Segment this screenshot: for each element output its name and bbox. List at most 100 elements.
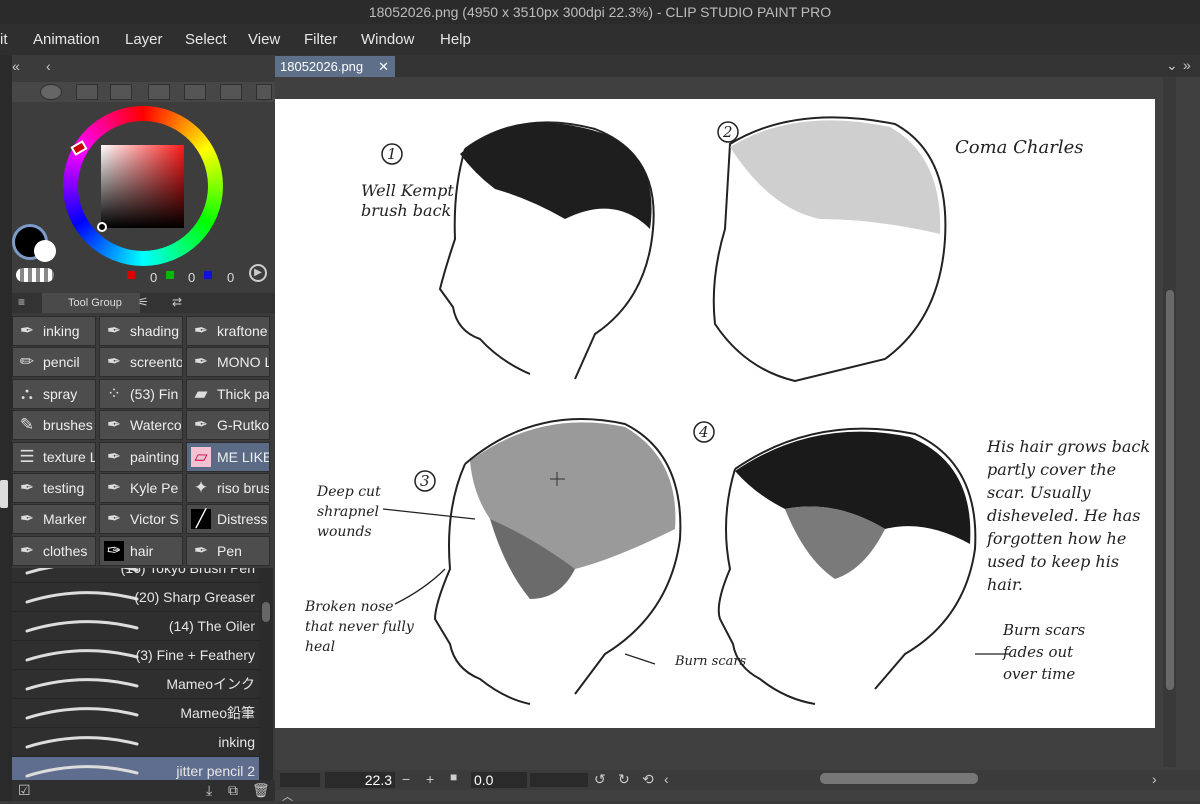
sub-tool-label: Kyle Pe	[130, 480, 179, 496]
intermediate-color-tab-icon[interactable]	[148, 84, 170, 100]
pen-icon: ✒	[19, 321, 35, 340]
sub-tool-detail-tab-icon[interactable]: ⇄	[172, 295, 182, 309]
color-history-tab-icon[interactable]	[220, 84, 242, 100]
scroll-left-icon[interactable]: ‹	[664, 771, 669, 787]
pen-icon: ✒	[106, 415, 122, 435]
brush-label: inking	[218, 734, 255, 750]
sub-tool-texture-l[interactable]: ☰ texture L	[12, 441, 96, 472]
sub-tool-label: pencil	[43, 354, 80, 371]
pen-icon: ✒	[19, 540, 35, 560]
reset-rotation-icon[interactable]: ⟲	[642, 771, 654, 788]
sub-tool-spray[interactable]: ⛬ spray	[12, 378, 96, 409]
brush-item[interactable]: Mameo鉛筆	[12, 699, 259, 728]
pencil-icon: ✏	[19, 352, 35, 372]
brush-list-scrollbar[interactable]	[259, 568, 273, 780]
sub-tool-riso-brus[interactable]: ✦ riso brus	[186, 473, 270, 503]
color-slider-tab-icon[interactable]	[76, 84, 98, 100]
color-wheel-tab-icon[interactable]	[40, 84, 62, 100]
rotate-right-icon[interactable]: ↻	[618, 771, 630, 788]
sub-tool-waterco[interactable]: ✒ Waterco	[99, 410, 183, 441]
sub-tool-brushes[interactable]: ✎ brushes	[12, 410, 96, 441]
sub-tool-label: (53) Fin	[130, 385, 179, 402]
menu-select[interactable]: Select	[185, 31, 227, 48]
chevron-up-icon[interactable]: ︿	[282, 788, 293, 804]
rotate-left-icon[interactable]: ↺	[594, 771, 606, 788]
brush-stroke-preview-icon	[25, 736, 139, 749]
menu-edit[interactable]: it	[0, 31, 8, 48]
trash-icon[interactable]: 🗑	[252, 782, 270, 799]
close-tab-icon[interactable]: ✕	[378, 56, 389, 77]
brush-item[interactable]: (16) Tokyo Brush Pen	[12, 568, 259, 583]
sub-tool-painting[interactable]: ✒ painting	[99, 441, 183, 472]
duplicate-icon[interactable]: ⧉	[228, 782, 238, 799]
brush-item[interactable]: Mameoインク	[12, 670, 259, 699]
collapse-right-icon[interactable]: »	[1183, 57, 1191, 73]
chevron-down-icon[interactable]: ⌄	[1166, 57, 1178, 74]
document-tab[interactable]: 18052026.png ✕	[275, 56, 395, 77]
sub-tool-hair[interactable]: ✑ hair	[99, 535, 183, 566]
horizontal-scroll-thumb[interactable]	[820, 773, 978, 784]
brush-item[interactable]: (3) Fine + Feathery	[12, 641, 259, 670]
sub-tool-distress[interactable]: ╱ Distress	[186, 504, 270, 535]
left-dock-strip	[0, 55, 12, 801]
panel-menu-icon[interactable]: ≡	[18, 295, 25, 309]
play-circle-icon[interactable]: ▶	[249, 264, 267, 282]
sub-tool-pencil[interactable]: ✏ pencil	[12, 347, 96, 378]
color-picker-marker[interactable]	[97, 222, 107, 232]
sub-tool-thick-pa[interactable]: ▰ Thick pa	[186, 378, 270, 409]
collapse-left-icon[interactable]: «	[12, 58, 20, 74]
sub-color-swatch[interactable]	[34, 240, 56, 262]
sub-tool-kyle-pe[interactable]: ✒ Kyle Pe	[99, 473, 183, 503]
panel-dropdown-icon[interactable]	[256, 84, 272, 100]
menu-window[interactable]: Window	[361, 31, 414, 48]
saturation-value-square[interactable]	[101, 145, 184, 228]
sub-tool-label: brushes	[43, 417, 93, 434]
zoom-value[interactable]: 22.3	[325, 772, 395, 788]
menu-layer[interactable]: Layer	[125, 31, 163, 48]
brush-item[interactable]: (20) Sharp Greaser	[12, 583, 259, 612]
menu-view[interactable]: View	[248, 31, 280, 48]
fit-icon[interactable]: ■	[450, 770, 457, 784]
menu-help[interactable]: Help	[440, 31, 471, 48]
sub-tool-label: Victor S	[130, 511, 179, 528]
dock-handle[interactable]	[0, 480, 8, 508]
slash-icon: ╱	[191, 509, 211, 530]
download-icon[interactable]: ⤓	[206, 782, 212, 799]
brush-item[interactable]: inking	[12, 728, 259, 757]
sub-tool-inking[interactable]: ✒ inking	[12, 316, 96, 346]
zoom-out-icon[interactable]: −	[402, 771, 410, 787]
approximate-color-tab-icon[interactable]	[184, 84, 206, 100]
sub-tool-pen[interactable]: ✒ Pen	[186, 535, 270, 566]
sub-tool-g-rutko[interactable]: ✒ G-Rutko	[186, 410, 270, 441]
zoom-in-icon[interactable]: +	[426, 771, 434, 787]
sub-tool-53-fin[interactable]: ⁘ (53) Fin	[99, 378, 183, 409]
sub-tool-mono-l[interactable]: ✒ MONO L	[186, 347, 270, 378]
sub-tool-me-like[interactable]: ▱ ME LIKE	[186, 441, 270, 472]
pen-icon: ✒	[106, 478, 122, 497]
sub-tool-screento[interactable]: ✒ screento	[99, 347, 183, 378]
color-set-tab-icon[interactable]	[110, 84, 132, 100]
tab-tool-group[interactable]: Tool Group	[42, 293, 140, 313]
drawing-canvas[interactable]: 1 Well Kempt brush back 2 Coma Charles 3…	[275, 99, 1155, 728]
sub-tool-victor-s[interactable]: ✒ Victor S	[99, 504, 183, 535]
brush-list-scroll-thumb[interactable]	[262, 602, 270, 622]
checkbox-icon[interactable]: ☑	[18, 782, 31, 799]
rotation-slider[interactable]	[530, 773, 588, 787]
scroll-right-icon[interactable]: ›	[1152, 771, 1157, 787]
sub-tool-marker[interactable]: ✒ Marker	[12, 504, 96, 535]
tool-property-tab-icon[interactable]: ⚟	[138, 295, 149, 309]
chevron-left-icon[interactable]: ‹	[46, 58, 51, 74]
zoom-slider[interactable]	[280, 773, 320, 787]
sub-tool-shading[interactable]: ✒ shading	[99, 316, 183, 346]
sub-tool-testing[interactable]: ✒ testing	[12, 473, 96, 503]
sub-tool-clothes[interactable]: ✒ clothes	[12, 535, 96, 566]
brush-item[interactable]: (14) The Oiler	[12, 612, 259, 641]
menu-animation[interactable]: Animation	[33, 31, 100, 48]
brush-item[interactable]: jitter pencil 2	[12, 757, 259, 780]
menu-filter[interactable]: Filter	[304, 31, 337, 48]
pen-icon: ✒	[106, 321, 122, 340]
rotation-value[interactable]: 0.0	[471, 772, 527, 788]
sub-tool-kraftone[interactable]: ✒ kraftone	[186, 316, 270, 346]
vertical-scroll-thumb[interactable]	[1166, 290, 1174, 690]
transparent-color-swatch[interactable]	[16, 268, 54, 282]
